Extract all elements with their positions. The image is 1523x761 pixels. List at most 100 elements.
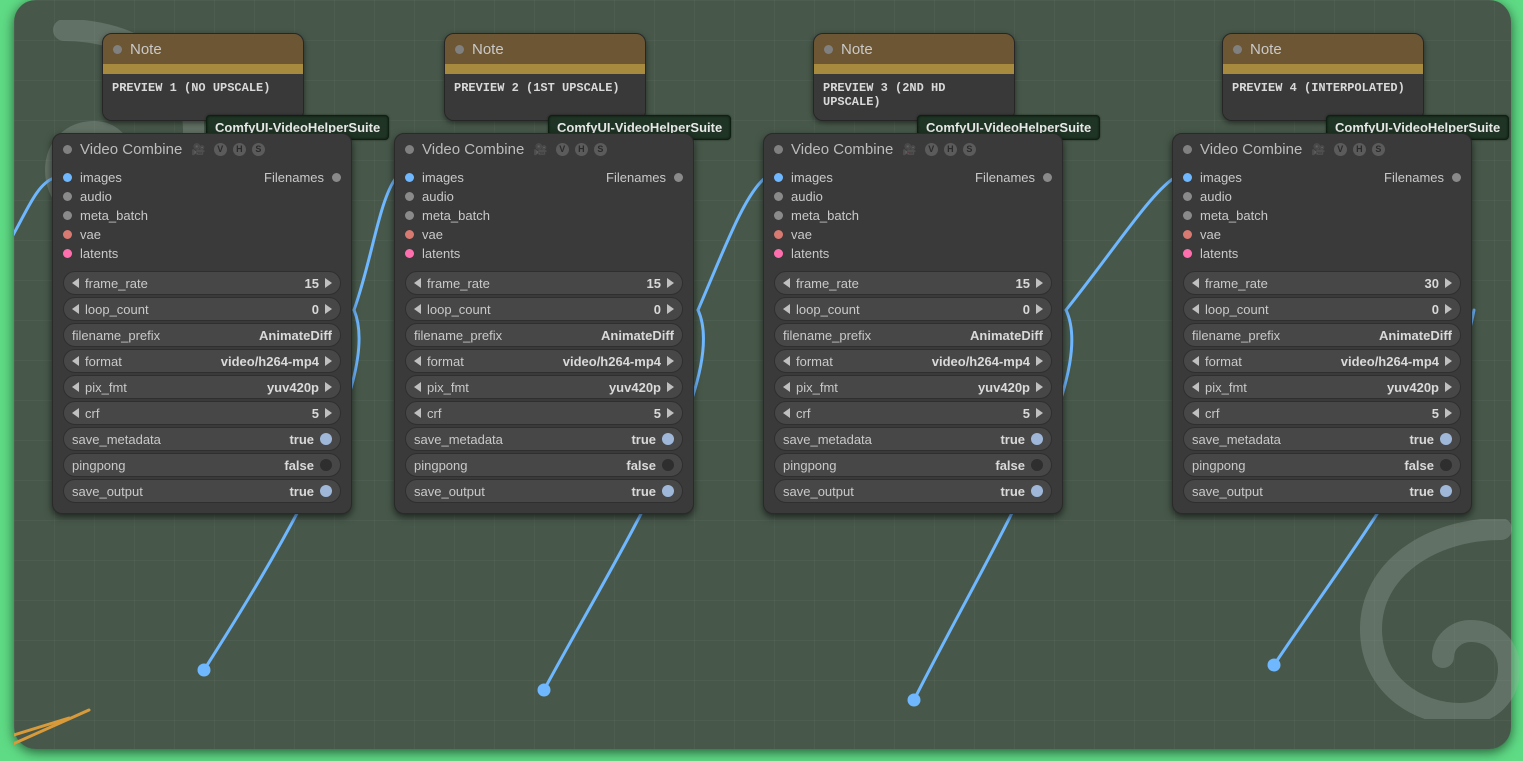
widget-pix-fmt[interactable]: pix_fmt yuv420p — [1183, 375, 1461, 399]
chevron-left-icon[interactable] — [414, 356, 421, 366]
chevron-right-icon[interactable] — [1445, 356, 1452, 366]
chevron-left-icon[interactable] — [783, 382, 790, 392]
toggle-icon[interactable] — [662, 459, 674, 471]
input-port-images[interactable]: images — [774, 168, 952, 187]
input-port-vae[interactable]: vae — [63, 225, 241, 244]
note-node[interactable]: Note PREVIEW 2 (1ST UPSCALE) — [444, 33, 646, 121]
collapse-dot-icon[interactable] — [63, 145, 72, 154]
widget-save-metadata[interactable]: save_metadata true — [405, 427, 683, 451]
chevron-left-icon[interactable] — [414, 278, 421, 288]
chevron-right-icon[interactable] — [667, 304, 674, 314]
chevron-left-icon[interactable] — [1192, 304, 1199, 314]
input-port-vae[interactable]: vae — [1183, 225, 1361, 244]
chevron-left-icon[interactable] — [1192, 382, 1199, 392]
note-header[interactable]: Note — [445, 34, 645, 64]
note-body[interactable]: PREVIEW 4 (INTERPOLATED) — [1223, 74, 1423, 121]
chevron-left-icon[interactable] — [72, 382, 79, 392]
widget-save-output[interactable]: save_output true — [63, 479, 341, 503]
chevron-right-icon[interactable] — [325, 356, 332, 366]
chevron-left-icon[interactable] — [414, 408, 421, 418]
input-port-latents[interactable]: latents — [405, 244, 583, 263]
input-port-meta_batch[interactable]: meta_batch — [405, 206, 583, 225]
output-port-filenames[interactable]: Filenames — [583, 168, 683, 187]
chevron-left-icon[interactable] — [72, 304, 79, 314]
port-dot-icon[interactable] — [63, 192, 72, 201]
chevron-right-icon[interactable] — [1036, 382, 1043, 392]
chevron-left-icon[interactable] — [414, 382, 421, 392]
chevron-right-icon[interactable] — [325, 382, 332, 392]
input-port-audio[interactable]: audio — [63, 187, 241, 206]
note-body[interactable]: PREVIEW 2 (1ST UPSCALE) — [445, 74, 645, 121]
note-body[interactable]: PREVIEW 1 (NO UPSCALE) — [103, 74, 303, 121]
port-dot-icon[interactable] — [63, 230, 72, 239]
input-port-vae[interactable]: vae — [405, 225, 583, 244]
chevron-right-icon[interactable] — [1036, 356, 1043, 366]
toggle-icon[interactable] — [320, 433, 332, 445]
input-port-latents[interactable]: latents — [63, 244, 241, 263]
toggle-icon[interactable] — [1440, 459, 1452, 471]
input-port-images[interactable]: images — [63, 168, 241, 187]
widget-frame-rate[interactable]: frame_rate 15 — [63, 271, 341, 295]
chevron-left-icon[interactable] — [783, 278, 790, 288]
port-dot-icon[interactable] — [1043, 173, 1052, 182]
toggle-icon[interactable] — [1031, 459, 1043, 471]
port-dot-icon[interactable] — [774, 173, 783, 182]
collapse-dot-icon[interactable] — [774, 145, 783, 154]
widget-loop-count[interactable]: loop_count 0 — [1183, 297, 1461, 321]
widget-format[interactable]: format video/h264-mp4 — [774, 349, 1052, 373]
port-dot-icon[interactable] — [774, 249, 783, 258]
chevron-left-icon[interactable] — [783, 356, 790, 366]
port-dot-icon[interactable] — [332, 173, 341, 182]
chevron-right-icon[interactable] — [1445, 304, 1452, 314]
chevron-right-icon[interactable] — [325, 408, 332, 418]
port-dot-icon[interactable] — [63, 173, 72, 182]
chevron-right-icon[interactable] — [325, 278, 332, 288]
widget-save-metadata[interactable]: save_metadata true — [774, 427, 1052, 451]
toggle-icon[interactable] — [662, 433, 674, 445]
chevron-right-icon[interactable] — [325, 304, 332, 314]
widget-save-metadata[interactable]: save_metadata true — [63, 427, 341, 451]
node-header[interactable]: Video Combine 🎥 V H S — [395, 134, 693, 164]
widget-pingpong[interactable]: pingpong false — [774, 453, 1052, 477]
input-port-latents[interactable]: latents — [774, 244, 952, 263]
note-header[interactable]: Note — [103, 34, 303, 64]
chevron-left-icon[interactable] — [1192, 278, 1199, 288]
widget-pingpong[interactable]: pingpong false — [1183, 453, 1461, 477]
chevron-left-icon[interactable] — [72, 408, 79, 418]
chevron-right-icon[interactable] — [1036, 304, 1043, 314]
port-dot-icon[interactable] — [774, 192, 783, 201]
output-port-filenames[interactable]: Filenames — [241, 168, 341, 187]
port-dot-icon[interactable] — [405, 211, 414, 220]
chevron-right-icon[interactable] — [1445, 382, 1452, 392]
port-dot-icon[interactable] — [1183, 230, 1192, 239]
node-header[interactable]: Video Combine 🎥 V H S — [764, 134, 1062, 164]
widget-pix-fmt[interactable]: pix_fmt yuv420p — [63, 375, 341, 399]
widget-filename-prefix[interactable]: filename_prefix AnimateDiff — [774, 323, 1052, 347]
widget-loop-count[interactable]: loop_count 0 — [63, 297, 341, 321]
widget-crf[interactable]: crf 5 — [774, 401, 1052, 425]
video-combine-node[interactable]: Video Combine 🎥 V H S images audio meta_… — [52, 133, 352, 514]
canvas[interactable]: Note PREVIEW 1 (NO UPSCALE) ComfyUI-Vide… — [14, 0, 1511, 749]
chevron-right-icon[interactable] — [667, 408, 674, 418]
widget-save-output[interactable]: save_output true — [1183, 479, 1461, 503]
widget-pix-fmt[interactable]: pix_fmt yuv420p — [405, 375, 683, 399]
port-dot-icon[interactable] — [674, 173, 683, 182]
widget-pingpong[interactable]: pingpong false — [63, 453, 341, 477]
output-port-filenames[interactable]: Filenames — [952, 168, 1052, 187]
video-combine-node[interactable]: Video Combine 🎥 V H S images audio meta_… — [1172, 133, 1472, 514]
input-port-meta_batch[interactable]: meta_batch — [63, 206, 241, 225]
toggle-icon[interactable] — [1440, 433, 1452, 445]
input-port-audio[interactable]: audio — [1183, 187, 1361, 206]
input-port-images[interactable]: images — [405, 168, 583, 187]
chevron-right-icon[interactable] — [667, 356, 674, 366]
video-combine-node[interactable]: Video Combine 🎥 V H S images audio meta_… — [394, 133, 694, 514]
collapse-dot-icon[interactable] — [1233, 45, 1242, 54]
port-dot-icon[interactable] — [405, 192, 414, 201]
input-port-audio[interactable]: audio — [774, 187, 952, 206]
widget-crf[interactable]: crf 5 — [405, 401, 683, 425]
widget-save-output[interactable]: save_output true — [405, 479, 683, 503]
chevron-right-icon[interactable] — [667, 382, 674, 392]
port-dot-icon[interactable] — [63, 249, 72, 258]
port-dot-icon[interactable] — [405, 230, 414, 239]
collapse-dot-icon[interactable] — [1183, 145, 1192, 154]
